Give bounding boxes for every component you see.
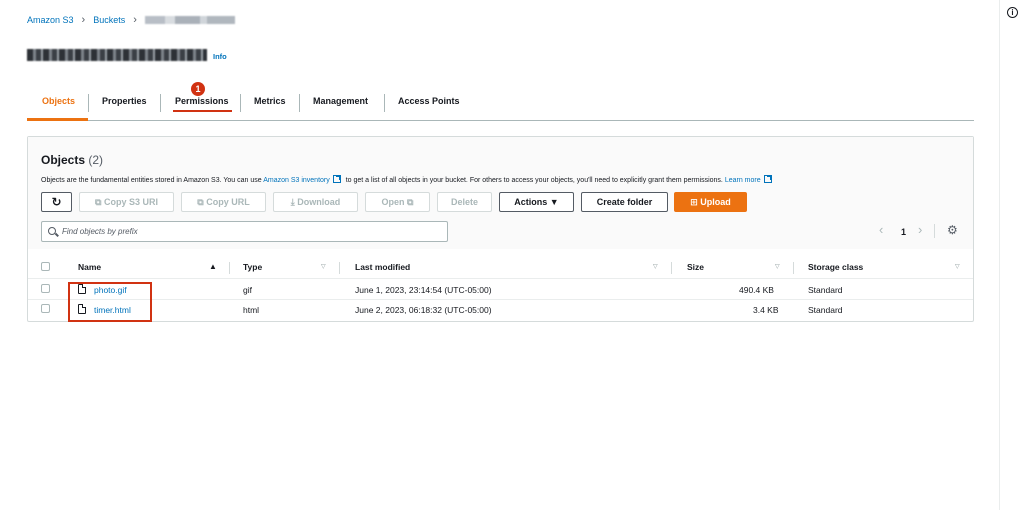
external-link-icon — [763, 175, 772, 183]
tab-access-points[interactable]: Access Points — [398, 96, 460, 106]
objects-panel: Objects (2) Objects are the fundamental … — [27, 136, 974, 322]
chevron-right-icon: › — [81, 14, 86, 26]
actions-dropdown[interactable]: Actions ▼ — [499, 192, 574, 212]
object-storage-class: Standard — [808, 305, 843, 315]
select-all-checkbox[interactable] — [41, 262, 50, 271]
column-size[interactable]: Size — [687, 262, 704, 272]
download-button[interactable]: ⤓ Download — [273, 192, 358, 212]
search-field[interactable] — [41, 221, 448, 242]
external-link-icon — [332, 175, 341, 183]
active-tab-indicator — [27, 118, 88, 121]
objects-description: Objects are the fundamental entities sto… — [41, 175, 775, 184]
caret-down-icon: ▼ — [547, 197, 559, 207]
tab-objects[interactable]: Objects — [42, 96, 75, 106]
sort-icon[interactable]: ▽ — [775, 263, 780, 270]
gear-icon[interactable]: ⚙ — [947, 223, 958, 237]
permissions-annotation-underline — [173, 110, 232, 112]
file-names-annotation-box — [68, 282, 152, 322]
copy-icon: ⧉ — [197, 197, 207, 207]
column-name[interactable]: Name — [78, 262, 101, 272]
column-last-modified[interactable]: Last modified — [355, 262, 410, 272]
object-last-modified: June 1, 2023, 23:14:54 (UTC-05:00) — [355, 285, 492, 295]
tab-divider — [299, 94, 300, 112]
objects-panel-header: Objects (2) Objects are the fundamental … — [28, 137, 973, 249]
row-checkbox[interactable] — [41, 304, 50, 313]
description-text: to get a list of all objects in your buc… — [343, 177, 725, 184]
refresh-icon: ↻ — [51, 195, 62, 209]
upload-label: Upload — [700, 197, 731, 207]
column-type[interactable]: Type — [243, 262, 262, 272]
tab-permissions[interactable]: Permissions — [175, 96, 229, 106]
tab-metrics[interactable]: Metrics — [254, 96, 286, 106]
learn-more-link[interactable]: Learn more — [725, 177, 761, 184]
object-last-modified: June 2, 2023, 06:18:32 (UTC-05:00) — [355, 305, 492, 315]
tab-divider — [160, 94, 161, 112]
download-label: Download — [297, 197, 341, 207]
tab-management[interactable]: Management — [313, 96, 368, 106]
copy-icon: ⧉ — [95, 197, 104, 207]
breadcrumb-bucket-name-redacted — [144, 16, 245, 24]
page-title-row: Info — [27, 48, 227, 61]
tab-divider — [240, 94, 241, 112]
open-button[interactable]: Open ⧉ — [365, 192, 430, 212]
description-text: Objects are the fundamental entities sto… — [41, 177, 264, 184]
copy-s3-uri-label: Copy S3 URI — [103, 197, 158, 207]
delete-button[interactable]: Delete — [437, 192, 492, 212]
breadcrumb-buckets[interactable]: Buckets — [93, 15, 125, 25]
copy-s3-uri-button[interactable]: ⧉ Copy S3 URI — [79, 192, 174, 212]
objects-heading: Objects (2) — [41, 153, 103, 167]
sort-icon[interactable]: ▽ — [653, 263, 658, 270]
column-storage-class[interactable]: Storage class — [808, 262, 863, 272]
external-link-icon: ⧉ — [404, 197, 414, 207]
column-divider — [339, 262, 340, 274]
next-page-button[interactable]: › — [918, 222, 922, 237]
page-title-redacted — [27, 48, 207, 61]
breadcrumb-amazon-s3[interactable]: Amazon S3 — [27, 15, 74, 25]
tab-divider — [384, 94, 385, 112]
row-checkbox[interactable] — [41, 284, 50, 293]
open-label: Open — [381, 197, 405, 207]
objects-heading-label: Objects — [41, 153, 86, 167]
prev-page-button[interactable]: ‹ — [879, 222, 883, 237]
sort-ascending-icon[interactable]: ▲ — [209, 262, 217, 271]
objects-count: (2) — [88, 153, 104, 167]
table-row[interactable]: photo.gif gif June 1, 2023, 23:14:54 (UT… — [28, 280, 973, 300]
object-storage-class: Standard — [808, 285, 843, 295]
search-icon — [48, 227, 56, 235]
breadcrumb: Amazon S3 › Buckets › — [27, 14, 245, 26]
object-size: 490.4 KB — [739, 285, 774, 295]
permissions-annotation-badge: 1 — [191, 82, 205, 96]
page-number[interactable]: 1 — [901, 227, 906, 237]
help-panel-rail: i — [999, 0, 1024, 510]
upload-button[interactable]: ⊞ Upload — [674, 192, 747, 212]
chevron-right-icon: › — [133, 14, 137, 26]
object-type: gif — [243, 285, 252, 295]
copy-url-label: Copy URL — [206, 197, 250, 207]
actions-label: Actions — [514, 197, 548, 207]
tab-bar: Objects Properties Permissions Metrics M… — [27, 88, 974, 121]
tab-properties[interactable]: Properties — [102, 96, 147, 106]
create-folder-button[interactable]: Create folder — [581, 192, 668, 212]
refresh-button[interactable]: ↻ — [41, 192, 72, 212]
column-divider — [229, 262, 230, 274]
upload-icon: ⊞ — [690, 197, 701, 207]
copy-url-button[interactable]: ⧉ Copy URL — [181, 192, 266, 212]
search-input[interactable] — [62, 222, 442, 241]
tab-divider — [88, 94, 89, 112]
info-circle-icon[interactable]: i — [1007, 7, 1018, 18]
column-divider — [671, 262, 672, 274]
table-row[interactable]: timer.html html June 2, 2023, 06:18:32 (… — [28, 300, 973, 320]
object-type: html — [243, 305, 260, 315]
sort-icon[interactable]: ▽ — [955, 263, 960, 270]
pager-divider — [934, 224, 935, 238]
sort-icon[interactable]: ▽ — [321, 263, 326, 270]
column-divider — [793, 262, 794, 274]
info-link[interactable]: Info — [213, 52, 227, 61]
table-header: Name ▲ Type ▽ Last modified ▽ Size ▽ Sto… — [28, 257, 973, 279]
object-size: 3.4 KB — [753, 305, 779, 315]
inventory-link[interactable]: Amazon S3 inventory — [263, 177, 330, 184]
